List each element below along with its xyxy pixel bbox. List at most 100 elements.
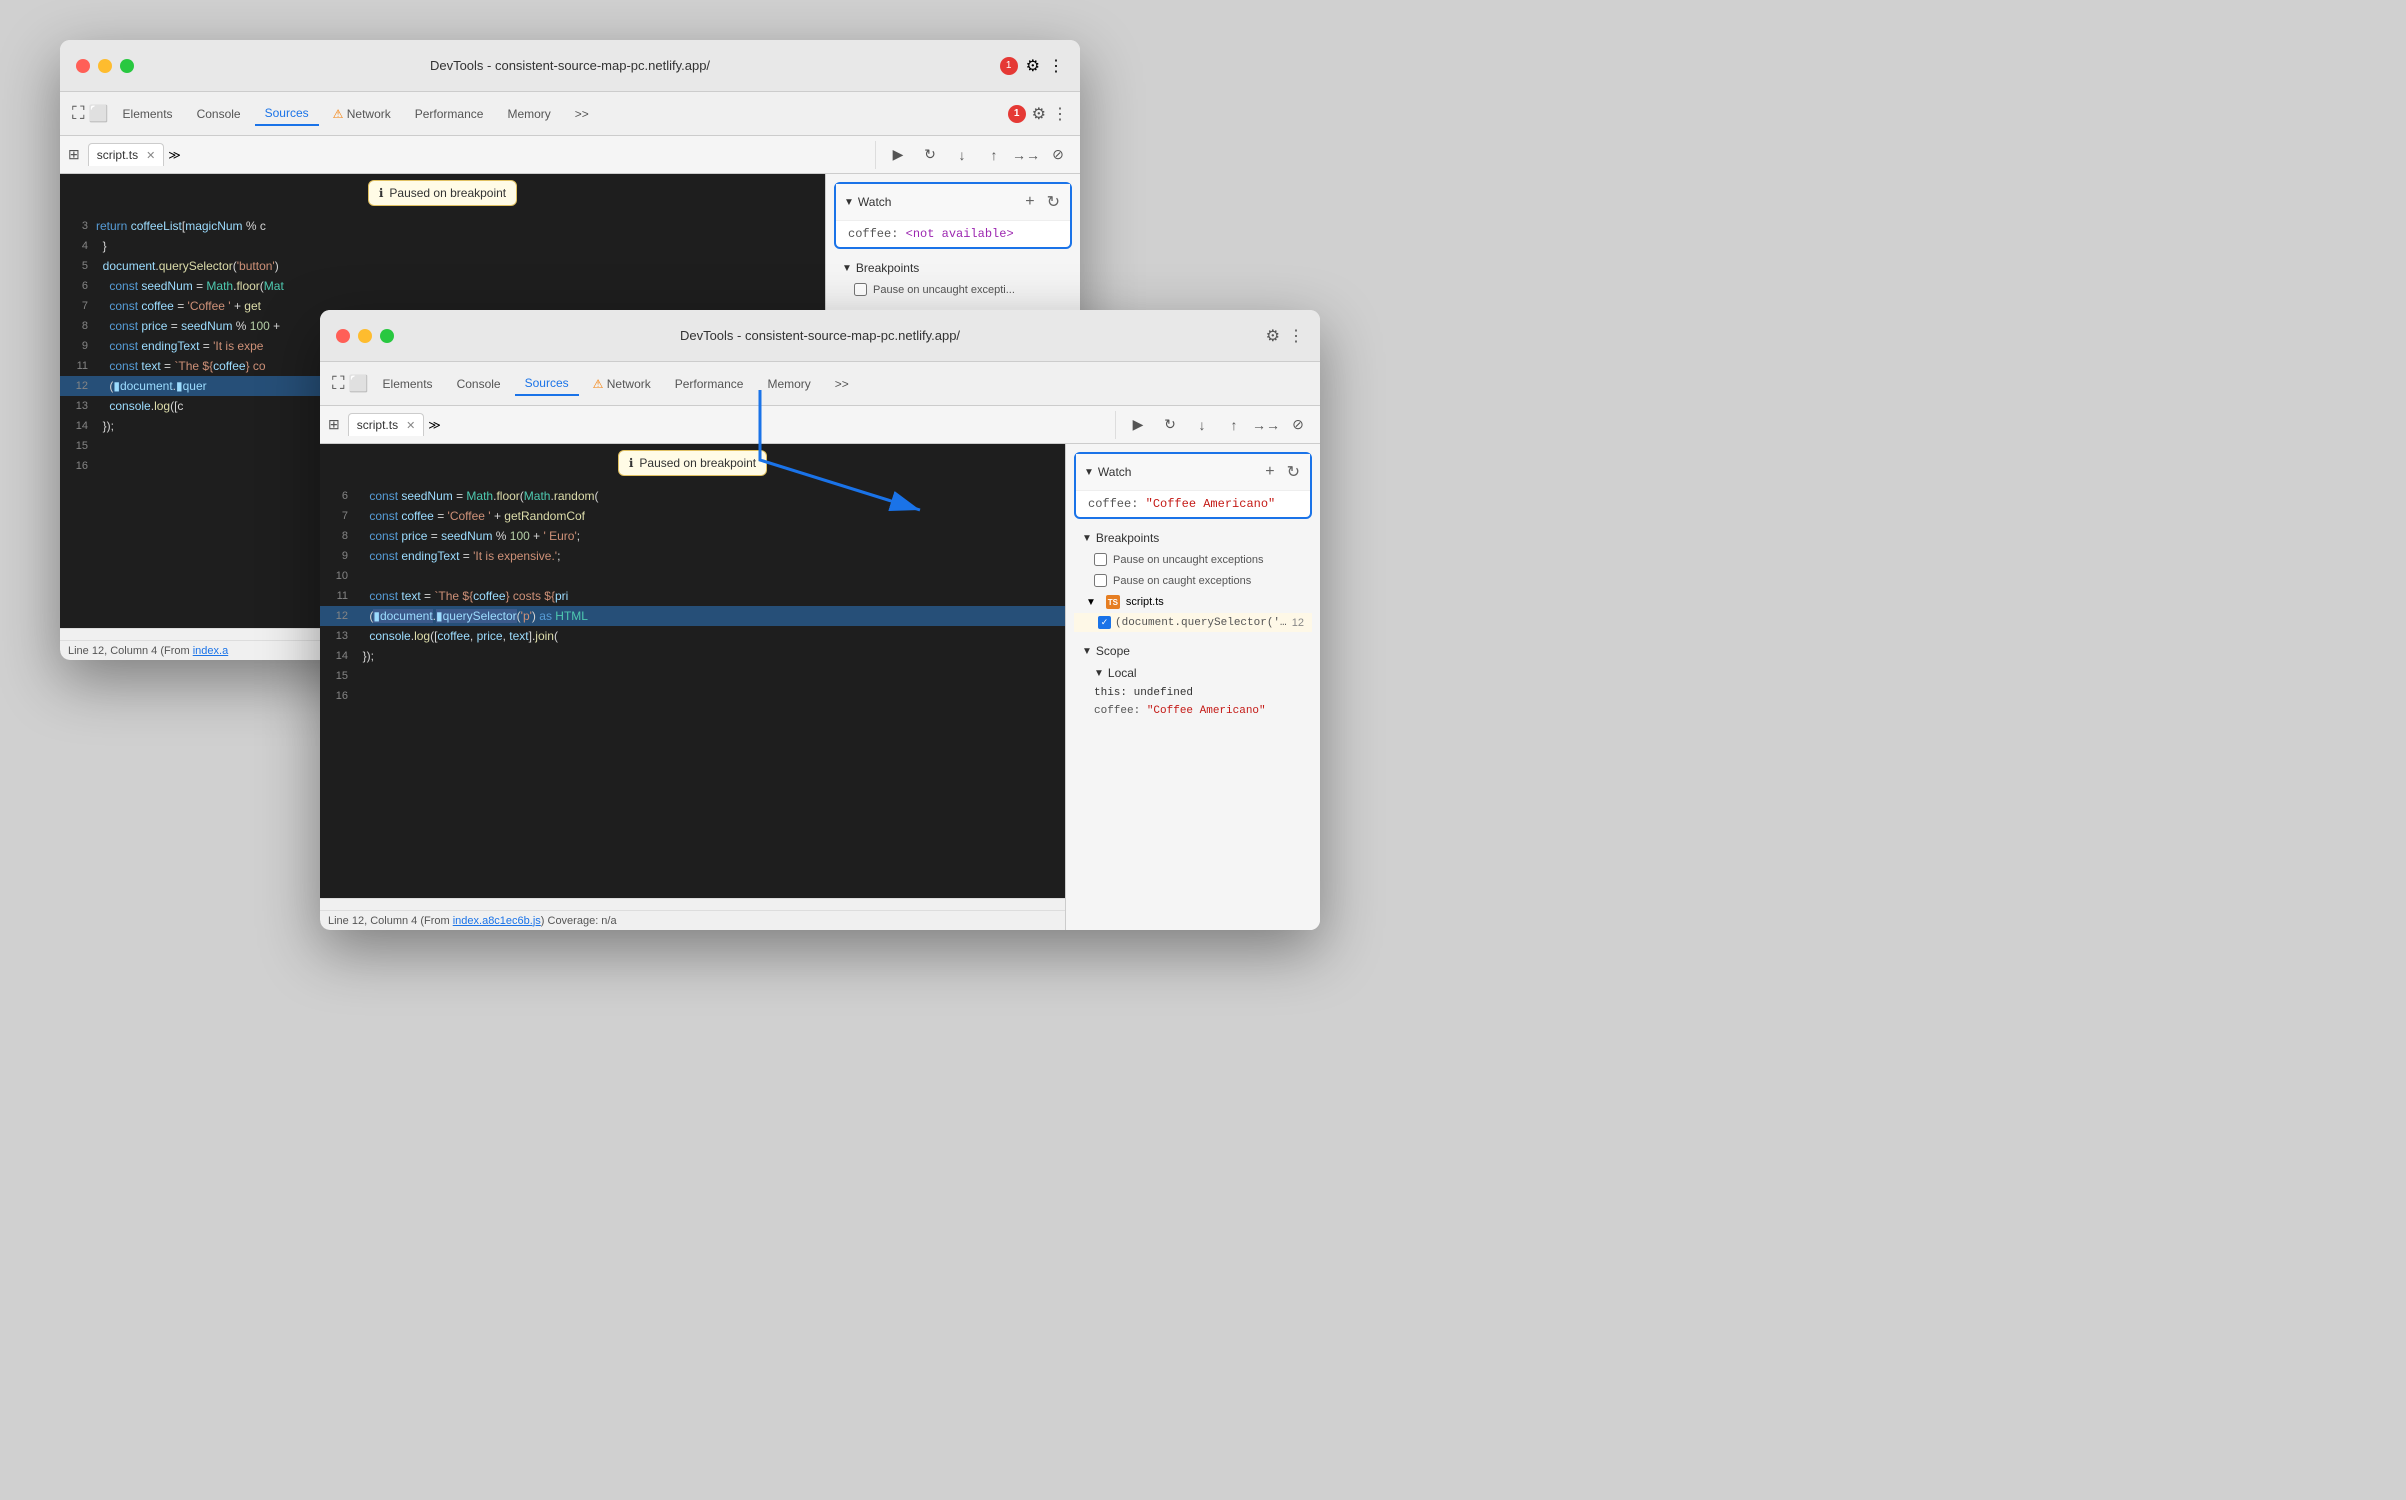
code-line-13-2: 13 console.log([coffee, price, text].joi… [320,626,1065,646]
status-link-1[interactable]: index.a [193,645,228,657]
bp-checkbox-uncaught-1[interactable] [854,283,867,296]
window-controls-2 [336,329,394,343]
file-tab-script-2[interactable]: script.ts ✕ [348,413,425,436]
tab-elements-1[interactable]: Elements [113,103,183,125]
watch-item-1: coffee: <not available> [836,221,1070,247]
watch-item-2: coffee: "Coffee Americano" [1076,491,1310,517]
bp-item-caught-2: Pause on caught exceptions [1074,570,1312,591]
step-into-btn-1[interactable]: ↓ [948,141,976,169]
tab-sources-2[interactable]: Sources [515,372,579,396]
code-line-11-2: 11 const text = `The ${coffee} costs ${p… [320,586,1065,606]
close-button-1[interactable] [76,59,90,73]
more-files-1[interactable]: ≫ [168,148,181,162]
tab-device-1[interactable]: ⬜ [89,104,109,124]
step-next-btn-2[interactable]: →→ [1252,411,1280,439]
warning-icon-1: ⚠ [333,107,344,121]
code-line-14-2: 14 }); [320,646,1065,666]
bp-triangle-2: ▼ [1082,533,1092,544]
minimize-button-2[interactable] [358,329,372,343]
watch-refresh-btn-2[interactable]: ↻ [1285,460,1302,484]
watch-add-btn-1[interactable]: + [1023,191,1036,213]
tab-device-2[interactable]: ⬜ [349,374,369,394]
bp-header-2[interactable]: ▼ Breakpoints [1074,527,1312,549]
code-line-6: 6 const seedNum = Math.floor(Mat [60,276,825,296]
bp-line-2: ✓ (document.querySelector('p') as HTMLP…… [1074,613,1312,632]
paused-tooltip-2: ℹ Paused on breakpoint [618,450,767,476]
file-tab-script-1[interactable]: script.ts ✕ [88,143,165,166]
tab-sources-1[interactable]: Sources [255,102,319,126]
code-line-7-2: 7 const coffee = 'Coffee ' + getRandomCo… [320,506,1065,526]
watch-header-2[interactable]: ▼ Watch + ↻ [1076,454,1310,491]
bp-header-1[interactable]: ▼ Breakpoints [834,257,1072,279]
horizontal-scrollbar-2[interactable] [320,898,1065,910]
info-icon-2: ℹ [629,456,634,470]
scope-triangle-2: ▼ [1082,646,1092,657]
tab-console-2[interactable]: Console [447,373,511,395]
close-file-1[interactable]: ✕ [146,149,155,162]
more-icon-1[interactable]: ⋮ [1048,56,1064,76]
tab-memory-1[interactable]: Memory [497,103,560,125]
more-dots-1[interactable]: ⋮ [1052,104,1068,124]
close-file-2[interactable]: ✕ [406,419,415,432]
settings-gear-2[interactable]: ⚙ [1266,326,1280,346]
warning-icon-2: ⚠ [593,377,604,391]
step-out-btn-1[interactable]: ↑ [980,141,1008,169]
scope-coffee-2: coffee: "Coffee Americano" [1074,702,1312,720]
step-over-btn-2[interactable]: ↻ [1156,411,1184,439]
settings-icon-1[interactable]: ⚙ [1026,56,1040,76]
bp-checkbox-uncaught-2[interactable] [1094,553,1107,566]
step-into-btn-2[interactable]: ↓ [1188,411,1216,439]
close-button-2[interactable] [336,329,350,343]
scope-header-2[interactable]: ▼ Scope [1074,640,1312,662]
watch-add-btn-2[interactable]: + [1263,461,1276,483]
minimize-button-1[interactable] [98,59,112,73]
tab-cursor-1[interactable]: ⛶ [72,103,85,124]
bp-checkbox-caught-2[interactable] [1094,574,1107,587]
breakpoints-section-2: ▼ Breakpoints Pause on uncaught exceptio… [1074,527,1312,632]
maximize-button-1[interactable] [120,59,134,73]
settings-gear-1[interactable]: ⚙ [1032,104,1046,124]
tab-more-1[interactable]: >> [565,103,599,125]
tab-console-1[interactable]: Console [187,103,251,125]
step-over-btn-1[interactable]: ↻ [916,141,944,169]
bp-item-uncaught-2: Pause on uncaught exceptions [1074,549,1312,570]
watch-label-2: Watch [1098,465,1132,479]
deactivate-btn-1[interactable]: ⊘ [1044,141,1072,169]
titlebar-1: DevTools - consistent-source-map-pc.netl… [60,40,1080,92]
tab-network-1[interactable]: ⚠ Network [323,103,401,125]
code-line-8-2: 8 const price = seedNum % 100 + ' Euro'; [320,526,1065,546]
tab-memory-2[interactable]: Memory [757,373,820,395]
step-next-btn-1[interactable]: →→ [1012,141,1040,169]
code-line-10-2: 10 [320,566,1065,586]
more-dots-2[interactable]: ⋮ [1288,326,1304,346]
local-header-2[interactable]: ▼ Local [1074,662,1312,684]
code-editor-2: ℹ Paused on breakpoint 6 const seedNum =… [320,444,1065,930]
paused-tooltip-1: ℹ Paused on breakpoint [368,180,517,206]
error-count-1: 1 [1008,105,1026,123]
scope-label-2: Scope [1096,644,1130,658]
bp-file-icon-2: TS [1106,595,1120,609]
maximize-button-2[interactable] [380,329,394,343]
status-link-2[interactable]: index.a8c1ec6b.js [453,915,541,927]
step-out-btn-2[interactable]: ↑ [1220,411,1248,439]
resume-btn-1[interactable]: ▶ [884,141,912,169]
resume-btn-2[interactable]: ▶ [1124,411,1152,439]
code-line-5: 5 document.querySelector('button') [60,256,825,276]
sidebar-toggle-2[interactable]: ⊞ [320,416,348,433]
tab-more-2[interactable]: >> [825,373,859,395]
watch-refresh-btn-1[interactable]: ↻ [1045,190,1062,214]
tab-network-2[interactable]: ⚠ Network [583,373,661,395]
more-files-2[interactable]: ≫ [428,418,441,432]
deactivate-btn-2[interactable]: ⊘ [1284,411,1312,439]
sidebar-toggle-1[interactable]: ⊞ [60,146,88,163]
tab-cursor-2[interactable]: ⛶ [332,373,345,394]
file-name-2: script.ts [357,418,398,432]
bp-item-pause-uncaught-1: Pause on uncaught excepti... [834,279,1072,300]
tab-elements-2[interactable]: Elements [373,373,443,395]
tab-performance-1[interactable]: Performance [405,103,494,125]
code-line-15-2: 15 [320,666,1065,686]
devtools-tabs-1: ⛶ ⬜ Elements Console Sources ⚠ Network P… [60,92,1080,136]
tab-performance-2[interactable]: Performance [665,373,754,395]
window-title-2: DevTools - consistent-source-map-pc.netl… [680,328,960,343]
watch-header-1[interactable]: ▼ Watch + ↻ [836,184,1070,221]
